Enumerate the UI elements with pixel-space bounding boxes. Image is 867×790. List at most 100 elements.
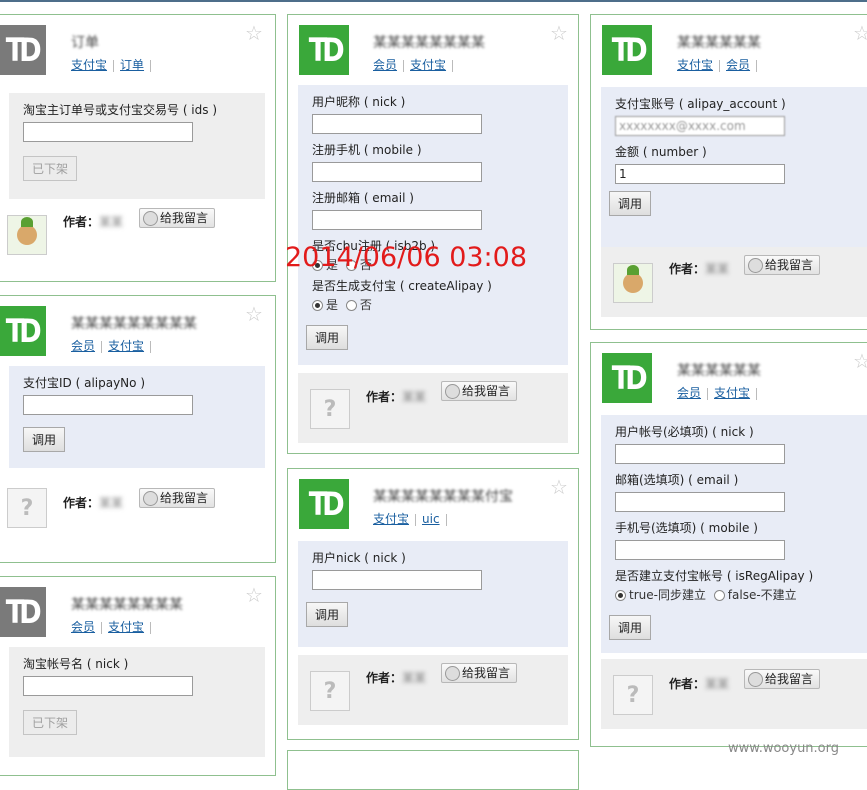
field-label: 淘宝帐号名 ( nick ) [23,657,129,671]
card-footer: 作者：某某 给我留言 [298,655,568,725]
card-category-links: 支付宝 uic [373,510,453,527]
field-label: 是否建立支付宝帐号 ( isRegAlipay ) [615,569,814,583]
api-form: 淘宝帐号名 ( nick ) 已下架 [9,647,265,757]
avatar [613,675,653,715]
api-form: 用户帐号(必填项) ( nick ) 邮箱(选填项) ( email ) 手机号… [601,415,867,653]
card-title: 某某某某某某 [677,363,761,379]
card-category-links: 支付宝 订单 [71,56,157,73]
category-link[interactable]: 会员 [71,339,95,353]
nick-input[interactable] [615,444,785,464]
td-logo: TD [0,306,46,356]
ids-input[interactable] [23,122,193,142]
api-card-partial [287,750,579,790]
favorite-star-icon[interactable]: ☆ [245,304,263,324]
radio-false[interactable] [713,590,725,601]
is-reg-alipay-radio-group: true-同步建立 false-不建立 [615,586,855,603]
email-input[interactable] [312,210,482,230]
api-form: 支付宝账号 ( alipay_account ) 金额 ( number ) 调… [601,87,867,247]
favorite-star-icon[interactable]: ☆ [550,23,568,43]
td-logo: TD [602,25,652,75]
card-category-links: 会员 支付宝 [71,337,157,354]
card-footer: 作者：某某 给我留言 [0,201,275,271]
td-logo: TD [602,353,652,403]
category-link[interactable]: 会员 [71,620,95,634]
message-button[interactable]: 给我留言 [139,488,216,508]
avatar [310,389,350,429]
api-card-user-register: TD 某某某某某某某某 会员 支付宝 ☆ 用户昵称 ( nick ) 注册手机 (… [287,14,579,454]
category-link[interactable]: 支付宝 [410,58,446,72]
favorite-star-icon[interactable]: ☆ [550,477,568,497]
alipay-account-input[interactable] [615,116,785,136]
nick-input[interactable] [312,114,482,134]
td-logo: TD [299,25,349,75]
category-link[interactable]: 订单 [120,58,144,72]
call-button[interactable]: 调用 [306,325,349,350]
card-title: 某某某某某某某某 [373,35,485,51]
card-footer: 作者：某某 给我留言 [298,373,568,443]
call-button[interactable]: 调用 [306,602,349,627]
message-button[interactable]: 给我留言 [139,208,216,228]
author: 作者：某某 [63,215,124,229]
field-label: 手机号(选填项) ( mobile ) [615,521,758,535]
favorite-star-icon[interactable]: ☆ [245,23,263,43]
call-button[interactable]: 调用 [23,427,66,452]
mobile-input[interactable] [615,540,785,560]
favorite-star-icon[interactable]: ☆ [245,585,263,605]
avatar [7,488,47,528]
card-footer: 作者：某某 给我留言 [0,474,275,544]
message-button[interactable]: 给我留言 [744,255,821,275]
avatar [310,671,350,711]
radio-true[interactable] [615,590,626,601]
number-input[interactable] [615,164,785,184]
category-link[interactable]: 会员 [726,58,750,72]
field-label: 邮箱(选填项) ( email ) [615,473,739,487]
category-link[interactable]: 支付宝 [714,386,750,400]
category-link[interactable]: 支付宝 [71,58,107,72]
card-title: 某某某某某某某某某 [71,316,197,332]
card-title: 某某某某某某 [677,35,761,51]
category-link[interactable]: 会员 [373,58,397,72]
favorite-star-icon[interactable]: ☆ [853,351,867,371]
card-footer: 作者：某某 给我留言 [601,247,867,317]
api-form: 用户nick ( nick ) 调用 [298,541,568,647]
api-card-alipay-transfer: TD 某某某某某某 支付宝会员 ☆ 支付宝账号 ( alipay_account… [590,14,867,330]
message-button[interactable]: 给我留言 [441,663,518,683]
card-category-links: 支付宝 会员 [677,56,763,73]
api-form: 用户昵称 ( nick ) 注册手机 ( mobile ) 注册邮箱 ( ema… [298,85,568,365]
card-category-links: 会员 支付宝 [373,56,459,73]
field-label: 注册手机 ( mobile ) [312,143,422,157]
card-category-links: 会员 支付宝 [677,384,763,401]
favorite-star-icon[interactable]: ☆ [853,23,867,43]
alipayNo-input[interactable] [23,395,193,415]
api-card-taobao-nick: TD 某某某某某某某某 会员 支付宝 ☆ 淘宝帐号名 ( nick ) 已下架 [0,576,276,776]
call-button[interactable]: 调用 [609,191,652,216]
nick-input[interactable] [23,676,193,696]
top-divider [0,0,867,2]
category-link[interactable]: 支付宝 [108,620,144,634]
radio-no[interactable] [345,300,357,311]
category-link[interactable]: 支付宝 [677,58,713,72]
author: 作者：某某 [669,677,730,691]
author: 作者：某某 [63,496,124,510]
card-footer: 作者：某某 给我留言 [601,659,867,729]
category-link[interactable]: uic [422,512,440,526]
nick-input[interactable] [312,570,482,590]
field-label: 是否生成支付宝 ( createAlipay ) [312,279,492,293]
avatar [7,215,47,255]
avatar [613,263,653,303]
message-button[interactable]: 给我留言 [744,669,821,689]
mobile-input[interactable] [312,162,482,182]
category-link[interactable]: 支付宝 [373,512,409,526]
field-label: 支付宝ID ( alipayNo ) [23,376,145,390]
message-button[interactable]: 给我留言 [441,381,518,401]
td-logo: TD [299,479,349,529]
author: 作者：某某 [366,671,427,685]
create-alipay-radio-group: 是 否 [312,296,554,313]
unlisted-button: 已下架 [23,156,78,181]
email-input[interactable] [615,492,785,512]
call-button[interactable]: 调用 [609,615,652,640]
radio-yes[interactable] [312,300,323,311]
category-link[interactable]: 支付宝 [108,339,144,353]
category-link[interactable]: 会员 [677,386,701,400]
api-form: 支付宝ID ( alipayNo ) 调用 [9,366,265,468]
